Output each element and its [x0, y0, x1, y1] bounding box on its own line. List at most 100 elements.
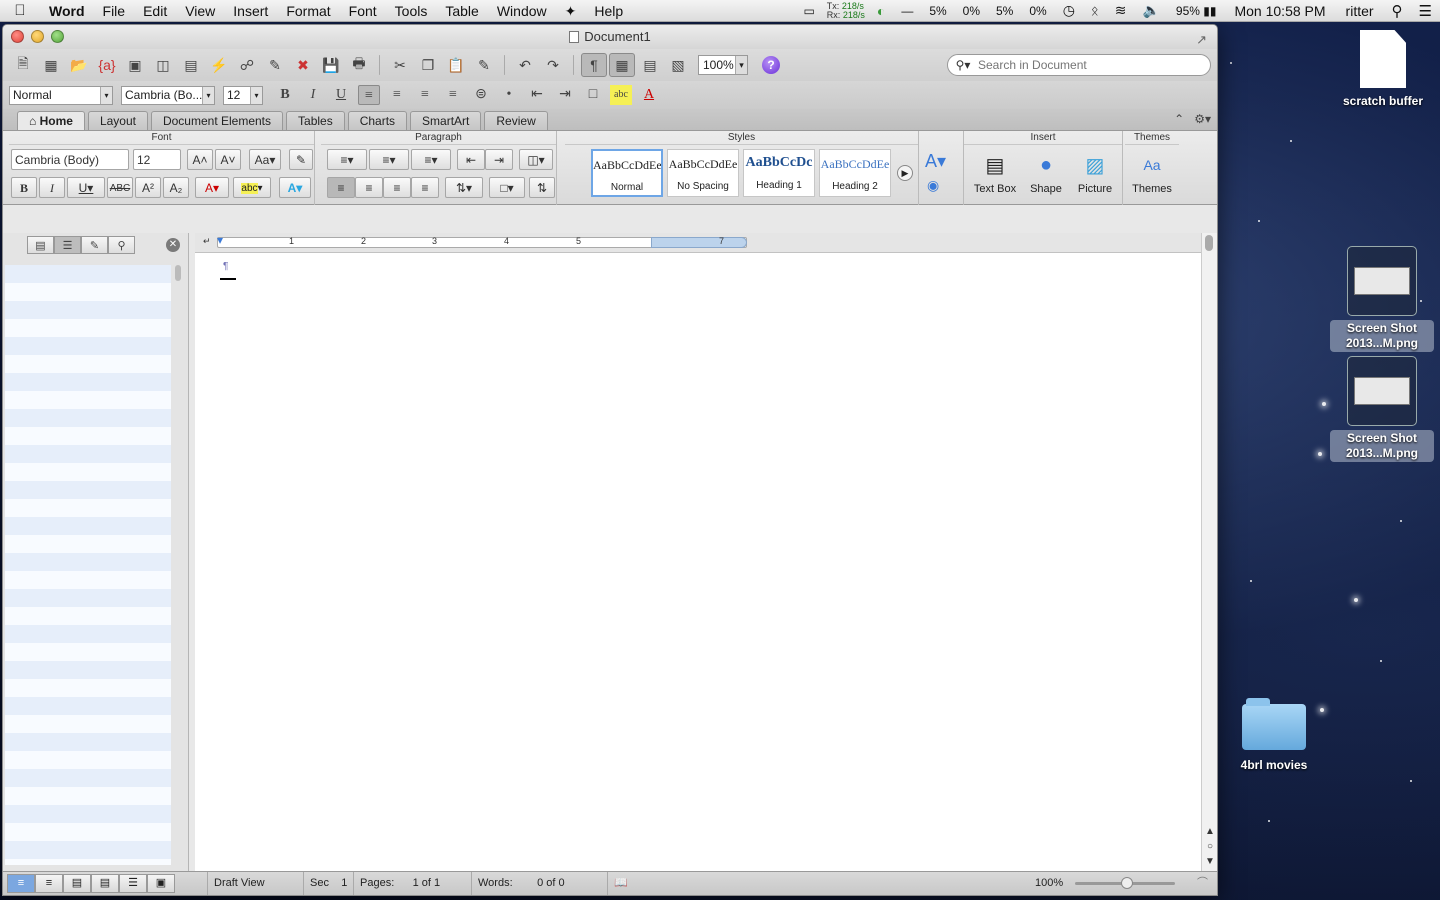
notebook-view-icon[interactable]: ☰: [119, 874, 147, 893]
focus-view-icon[interactable]: ▣: [147, 874, 175, 893]
cpu-stat-2[interactable]: 0%: [955, 4, 988, 18]
copy-icon[interactable]: ❐: [415, 53, 441, 77]
search-input[interactable]: [978, 58, 1198, 72]
reviewing-pane-icon[interactable]: ✎: [81, 236, 108, 254]
bold-icon[interactable]: B: [274, 85, 296, 105]
toolbox-icon[interactable]: ▣: [122, 53, 148, 77]
increase-indent-icon[interactable]: ⇥: [554, 85, 576, 105]
menu-tools[interactable]: Tools: [386, 0, 437, 22]
insert-picture-button[interactable]: ▨ Picture: [1070, 151, 1120, 196]
new-document-icon[interactable]: 🗎: [10, 53, 36, 77]
print-icon[interactable]: 🖶: [346, 53, 372, 77]
collapse-ribbon-icon[interactable]: ⌃: [1174, 112, 1184, 126]
ruler-view-icon[interactable]: ▤: [637, 53, 663, 77]
previous-page-icon[interactable]: ▲: [1204, 824, 1216, 839]
vertical-scrollbar[interactable]: ▲ ○ ▼: [1201, 233, 1217, 873]
insert-textbox-button[interactable]: ▤ Text Box: [970, 151, 1020, 196]
time-machine-icon[interactable]: ◷: [1055, 2, 1083, 19]
numbering-icon[interactable]: ≡▾: [369, 149, 409, 170]
cpu-stat-4[interactable]: 0%: [1021, 4, 1054, 18]
ribbon-highlight-icon[interactable]: abc▾: [233, 177, 271, 198]
next-page-icon[interactable]: ▼: [1204, 854, 1216, 869]
desktop-icon-scratch-buffer[interactable]: scratch buffer: [1336, 30, 1430, 109]
underline-icon[interactable]: U: [330, 85, 352, 105]
volume-icon[interactable]: 🔈: [1134, 2, 1167, 19]
align-center-icon[interactable]: ≡: [386, 85, 408, 105]
undo-icon[interactable]: ↶: [512, 53, 538, 77]
cpu-stat-3[interactable]: 5%: [988, 4, 1021, 18]
align-right-icon[interactable]: ≡: [414, 85, 436, 105]
help-icon[interactable]: ?: [762, 56, 780, 74]
menu-font[interactable]: Font: [340, 0, 386, 22]
menu-table[interactable]: Table: [436, 0, 487, 22]
menu-window[interactable]: Window: [488, 0, 556, 22]
resize-grip-icon[interactable]: ⌒: [1191, 872, 1208, 895]
sidebar-toggle-icon[interactable]: ▤: [178, 53, 204, 77]
ribbon-justify-icon[interactable]: ≡: [411, 177, 439, 198]
publishing-view-icon[interactable]: ▤: [63, 874, 91, 893]
gear-icon[interactable]: ⚙▾: [1194, 112, 1211, 126]
zoom-window-button[interactable]: [51, 30, 64, 43]
wifi-icon[interactable]: ≋: [1107, 2, 1135, 19]
menu-edit[interactable]: Edit: [134, 0, 176, 22]
desktop-icon-screenshot-1[interactable]: Screen Shot 2013...M.png: [1330, 246, 1434, 352]
style-no-spacing[interactable]: AaBbCcDdEe No Spacing: [667, 149, 739, 197]
sidebar-scrollbar[interactable]: [175, 265, 181, 281]
tab-charts[interactable]: Charts: [347, 111, 408, 130]
menu-file[interactable]: File: [94, 0, 135, 22]
clear-format-icon[interactable]: ✎: [289, 149, 313, 170]
columns-icon[interactable]: ◫▾: [519, 149, 553, 170]
scroll-thumb[interactable]: [1205, 235, 1213, 251]
numbered-list-icon[interactable]: ⊜: [470, 85, 492, 105]
tab-tables[interactable]: Tables: [286, 111, 345, 130]
line-spacing-icon[interactable]: ⇅▾: [445, 177, 483, 198]
cut-icon[interactable]: ✂: [387, 53, 413, 77]
ribbon-align-center-icon[interactable]: ≡: [355, 177, 383, 198]
show-paragraph-marks-icon[interactable]: ¶: [581, 53, 607, 77]
menu-help[interactable]: Help: [585, 0, 632, 22]
tab-layout[interactable]: Layout: [87, 111, 148, 130]
notification-center-icon[interactable]: ☰: [1411, 2, 1440, 20]
menu-app-name[interactable]: Word: [40, 0, 94, 22]
thumbnail-pane-icon[interactable]: ▤: [27, 236, 54, 254]
menu-insert[interactable]: Insert: [224, 0, 277, 22]
redo-icon[interactable]: ↷: [540, 53, 566, 77]
save-icon[interactable]: 💾: [318, 53, 344, 77]
sort-icon[interactable]: ⇅: [529, 177, 555, 198]
styles-pane-icon[interactable]: A▾: [925, 151, 946, 172]
ribbon-font-color-icon[interactable]: A▾: [195, 177, 229, 198]
justify-icon[interactable]: ≡: [442, 85, 464, 105]
ribbon-align-left-icon[interactable]: ≡: [327, 177, 355, 198]
highlight-icon[interactable]: abc: [610, 85, 632, 105]
ribbon-italic-icon[interactable]: I: [39, 177, 65, 198]
apple-menu-icon[interactable]: : [0, 2, 40, 19]
script-menu-icon[interactable]: ✦: [556, 0, 586, 22]
decrease-indent-icon[interactable]: ⇤: [526, 85, 548, 105]
document-map-list[interactable]: [5, 265, 171, 865]
memory-pie-icon[interactable]: ◐: [869, 3, 893, 19]
paste-icon[interactable]: 📋: [443, 53, 469, 77]
print-layout-icon[interactable]: ▤: [91, 874, 119, 893]
menu-format[interactable]: Format: [277, 0, 339, 22]
font-select[interactable]: Cambria (Bo... ▾: [121, 85, 215, 105]
text-effects-icon[interactable]: A▾: [279, 177, 311, 198]
outline-view-icon[interactable]: ≡: [35, 874, 63, 893]
manage-styles-icon[interactable]: ◉: [927, 177, 939, 194]
borders-icon[interactable]: □: [582, 85, 604, 105]
ribbon-decrease-indent-icon[interactable]: ⇤: [457, 149, 485, 170]
link-icon[interactable]: ☍: [234, 53, 260, 77]
format-painter-icon[interactable]: ✎: [262, 53, 288, 77]
indent-marker-icon[interactable]: ▾: [217, 233, 223, 247]
tab-smartart[interactable]: SmartArt: [410, 111, 482, 130]
style-heading-1[interactable]: AaBbCcDc Heading 1: [743, 149, 815, 197]
desktop-icon-4brl-movies[interactable]: 4brl movies: [1226, 698, 1322, 773]
close-sidebar-icon[interactable]: ✕: [166, 238, 180, 252]
browse-object-icon[interactable]: ○: [1204, 839, 1216, 854]
change-case-icon[interactable]: Aa▾: [249, 149, 281, 170]
media-browser-icon[interactable]: ◫: [150, 53, 176, 77]
style-heading-2[interactable]: AaBbCcDdEe Heading 2: [819, 149, 891, 197]
zoom-select[interactable]: 100%: [698, 55, 748, 75]
styles-next-icon[interactable]: ▶: [897, 165, 913, 181]
document-page[interactable]: ¶: [203, 257, 1193, 867]
align-left-icon[interactable]: ≡: [358, 85, 380, 105]
